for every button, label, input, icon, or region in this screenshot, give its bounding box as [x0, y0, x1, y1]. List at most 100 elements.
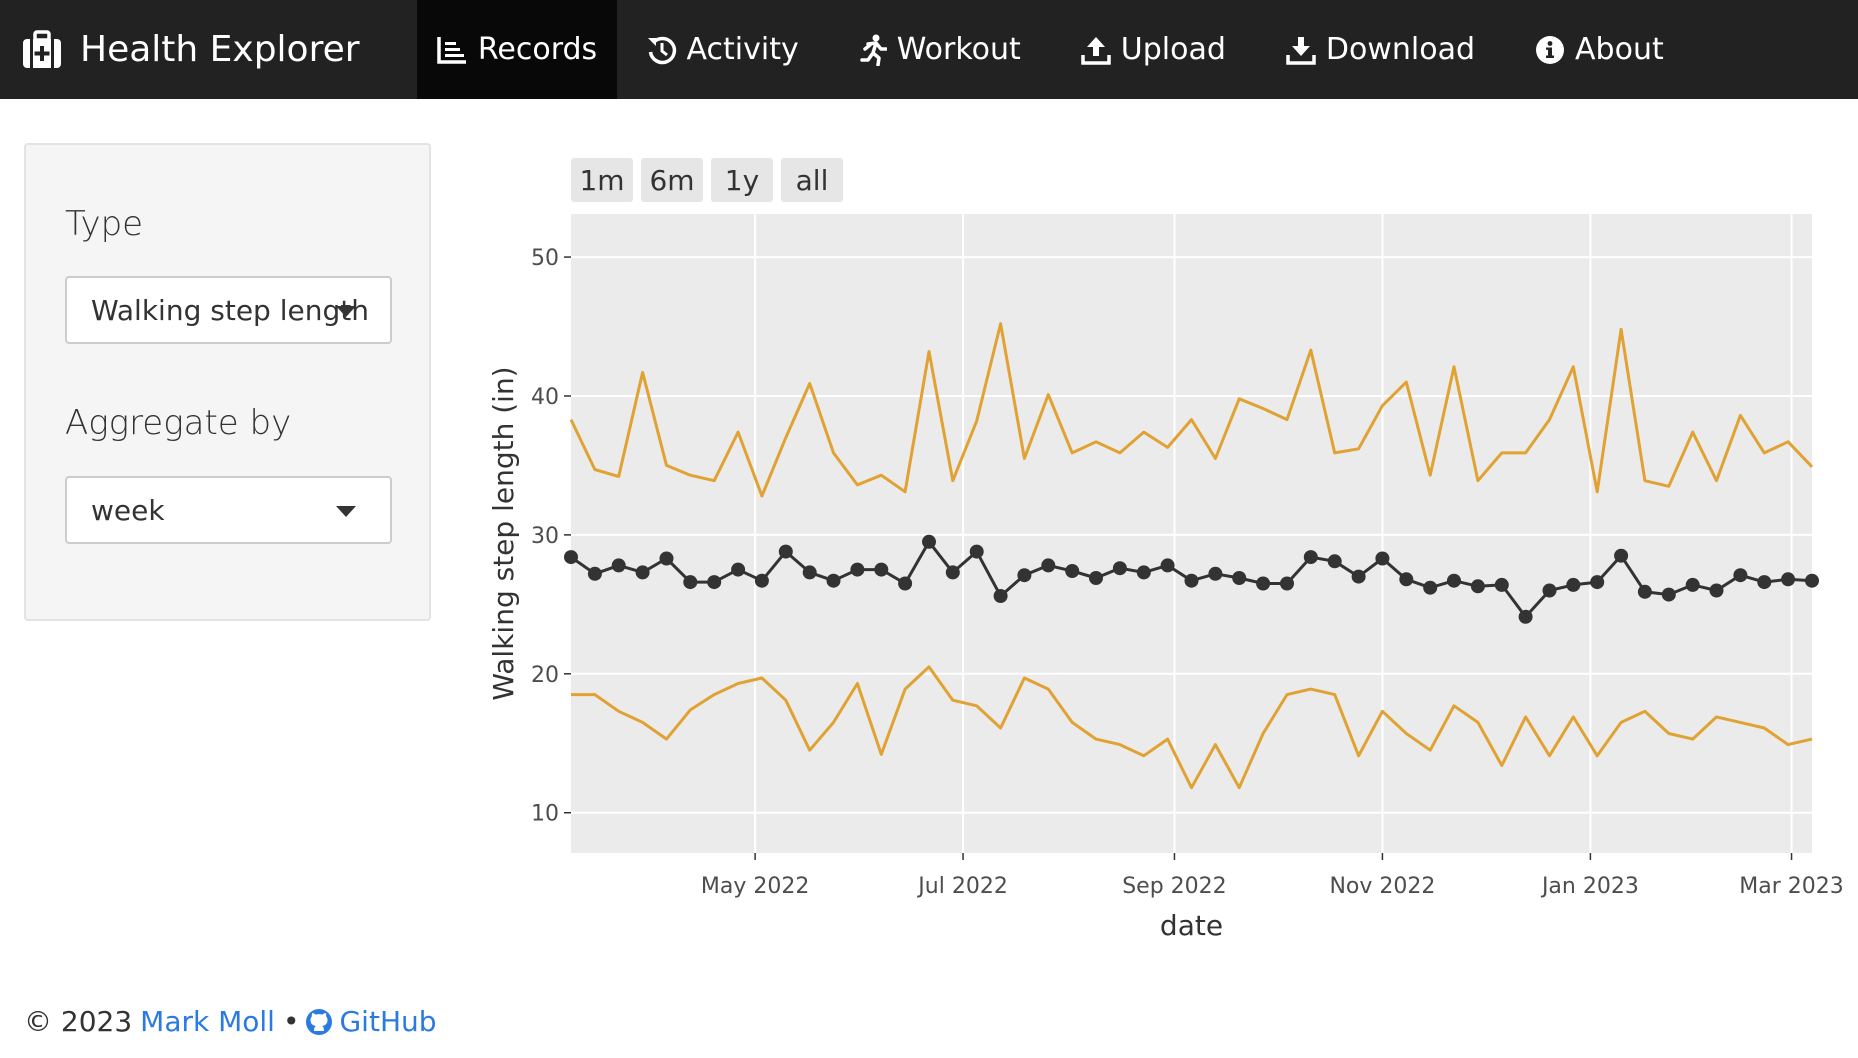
- data-point-mean: [1566, 577, 1581, 592]
- type-label: Type: [65, 204, 144, 244]
- data-point-mean: [945, 565, 960, 580]
- list-chart-icon: [436, 35, 468, 65]
- navbar: Health Explorer Records Activity Workout…: [0, 0, 1858, 99]
- data-point-mean: [874, 562, 889, 577]
- data-point-mean: [1065, 564, 1080, 578]
- data-point-mean: [564, 550, 578, 565]
- x-tick-label: Jul 2022: [916, 874, 1008, 899]
- type-select[interactable]: Walking step length: [65, 276, 392, 344]
- data-point-mean: [1375, 551, 1390, 566]
- nav-activity[interactable]: Activity: [617, 0, 829, 99]
- data-point-mean: [1661, 587, 1676, 602]
- plot-background: [571, 214, 1812, 853]
- aggregate-select-value: week: [91, 493, 165, 527]
- chevron-down-icon: [336, 306, 356, 317]
- aggregate-label: Aggregate by: [65, 403, 292, 443]
- data-point-mean: [778, 544, 793, 559]
- x-tick-label: May 2022: [701, 874, 809, 899]
- data-point-mean: [1184, 573, 1199, 588]
- footer-separator: •: [282, 1005, 300, 1038]
- x-tick-label: Jan 2023: [1540, 874, 1639, 899]
- upload-icon: [1081, 35, 1111, 65]
- data-point-mean: [683, 575, 698, 590]
- sidebar-panel: Type Walking step length Aggregate by we…: [24, 143, 431, 621]
- data-point-mean: [898, 576, 913, 591]
- nav-about[interactable]: About: [1505, 0, 1694, 99]
- data-point-mean: [635, 565, 650, 580]
- data-point-mean: [1136, 565, 1151, 580]
- github-icon[interactable]: [305, 1008, 333, 1036]
- nav-about-label: About: [1575, 32, 1664, 67]
- data-point-mean: [707, 575, 722, 590]
- data-point-mean: [1542, 583, 1557, 598]
- data-point-mean: [1399, 572, 1414, 587]
- copyright-text: © 2023: [24, 1005, 133, 1038]
- nav-download[interactable]: Download: [1256, 0, 1505, 99]
- data-point-mean: [1303, 550, 1318, 565]
- y-tick-label: 20: [531, 663, 559, 688]
- data-point-mean: [1351, 569, 1366, 584]
- data-point-mean: [1208, 566, 1223, 581]
- line-chart: 10 20 30 40 50 May 2022 Jul 2022 Sep 2022 Nov 20…: [487, 214, 1844, 942]
- nav-records[interactable]: Records: [416, 0, 617, 99]
- x-axis-label: date: [1160, 909, 1223, 942]
- x-tick-label: Mar 2023: [1739, 874, 1844, 899]
- y-axis-label: Walking step length (in): [487, 366, 520, 700]
- data-point-mean: [1256, 576, 1271, 591]
- data-point-mean: [1327, 554, 1342, 569]
- data-point-mean: [1685, 577, 1700, 592]
- nav-download-label: Download: [1325, 32, 1476, 67]
- nav-upload[interactable]: Upload: [1051, 0, 1256, 99]
- data-point-mean: [1757, 575, 1772, 590]
- data-point-mean: [731, 562, 746, 577]
- data-point-mean: [1494, 577, 1509, 592]
- navbar-brand[interactable]: Health Explorer: [0, 0, 390, 99]
- footer: © 2023 Mark Moll • GitHub: [24, 1005, 437, 1038]
- github-link[interactable]: GitHub: [339, 1005, 436, 1038]
- type-select-value: Walking step length: [91, 293, 369, 327]
- data-point-mean: [659, 551, 674, 566]
- data-point-mean: [1637, 584, 1652, 599]
- data-point-mean: [1518, 609, 1533, 624]
- data-point-mean: [1470, 579, 1485, 594]
- brand-title: Health Explorer: [80, 29, 360, 70]
- data-point-mean: [1280, 576, 1294, 591]
- info-icon: [1535, 35, 1565, 65]
- y-tick-label: 30: [531, 524, 559, 549]
- chevron-down-icon: [336, 506, 356, 517]
- data-point-mean: [611, 558, 626, 573]
- history-icon: [647, 35, 677, 65]
- author-link[interactable]: Mark Moll: [140, 1005, 275, 1038]
- data-point-mean: [1781, 572, 1796, 587]
- data-point-mean: [1089, 571, 1103, 585]
- data-point-mean: [993, 589, 1008, 603]
- x-tick-label: Sep 2022: [1122, 874, 1226, 899]
- x-tick-label: Nov 2022: [1329, 874, 1435, 899]
- nav-activity-label: Activity: [686, 32, 799, 67]
- data-point-mean: [1232, 571, 1247, 585]
- medkit-icon: [22, 29, 62, 70]
- data-point-mean: [1160, 558, 1175, 573]
- data-point-mean: [587, 566, 602, 581]
- data-point-mean: [1733, 568, 1748, 583]
- y-tick-label: 40: [531, 385, 559, 410]
- data-point-mean: [802, 565, 817, 580]
- running-icon: [859, 34, 887, 66]
- data-point-mean: [922, 534, 936, 549]
- data-point-mean: [754, 573, 769, 588]
- y-tick-label: 50: [531, 246, 559, 271]
- data-point-mean: [1112, 561, 1127, 576]
- nav-records-label: Records: [477, 32, 598, 67]
- data-point-mean: [1709, 583, 1724, 598]
- data-point-mean: [1423, 580, 1438, 595]
- nav-upload-label: Upload: [1120, 32, 1226, 67]
- nav-workout-label: Workout: [896, 32, 1021, 67]
- data-point-mean: [850, 562, 865, 577]
- y-tick-label: 10: [531, 802, 559, 827]
- download-icon: [1286, 35, 1316, 65]
- chart-container: 1m 6m 1y all 10 20 30 40 50 May 2022 Jul 2022 S…: [480, 140, 1858, 960]
- data-point-mean: [969, 544, 984, 559]
- nav-workout[interactable]: Workout: [829, 0, 1051, 99]
- data-point-mean: [1590, 575, 1605, 590]
- aggregate-select[interactable]: week: [65, 476, 392, 544]
